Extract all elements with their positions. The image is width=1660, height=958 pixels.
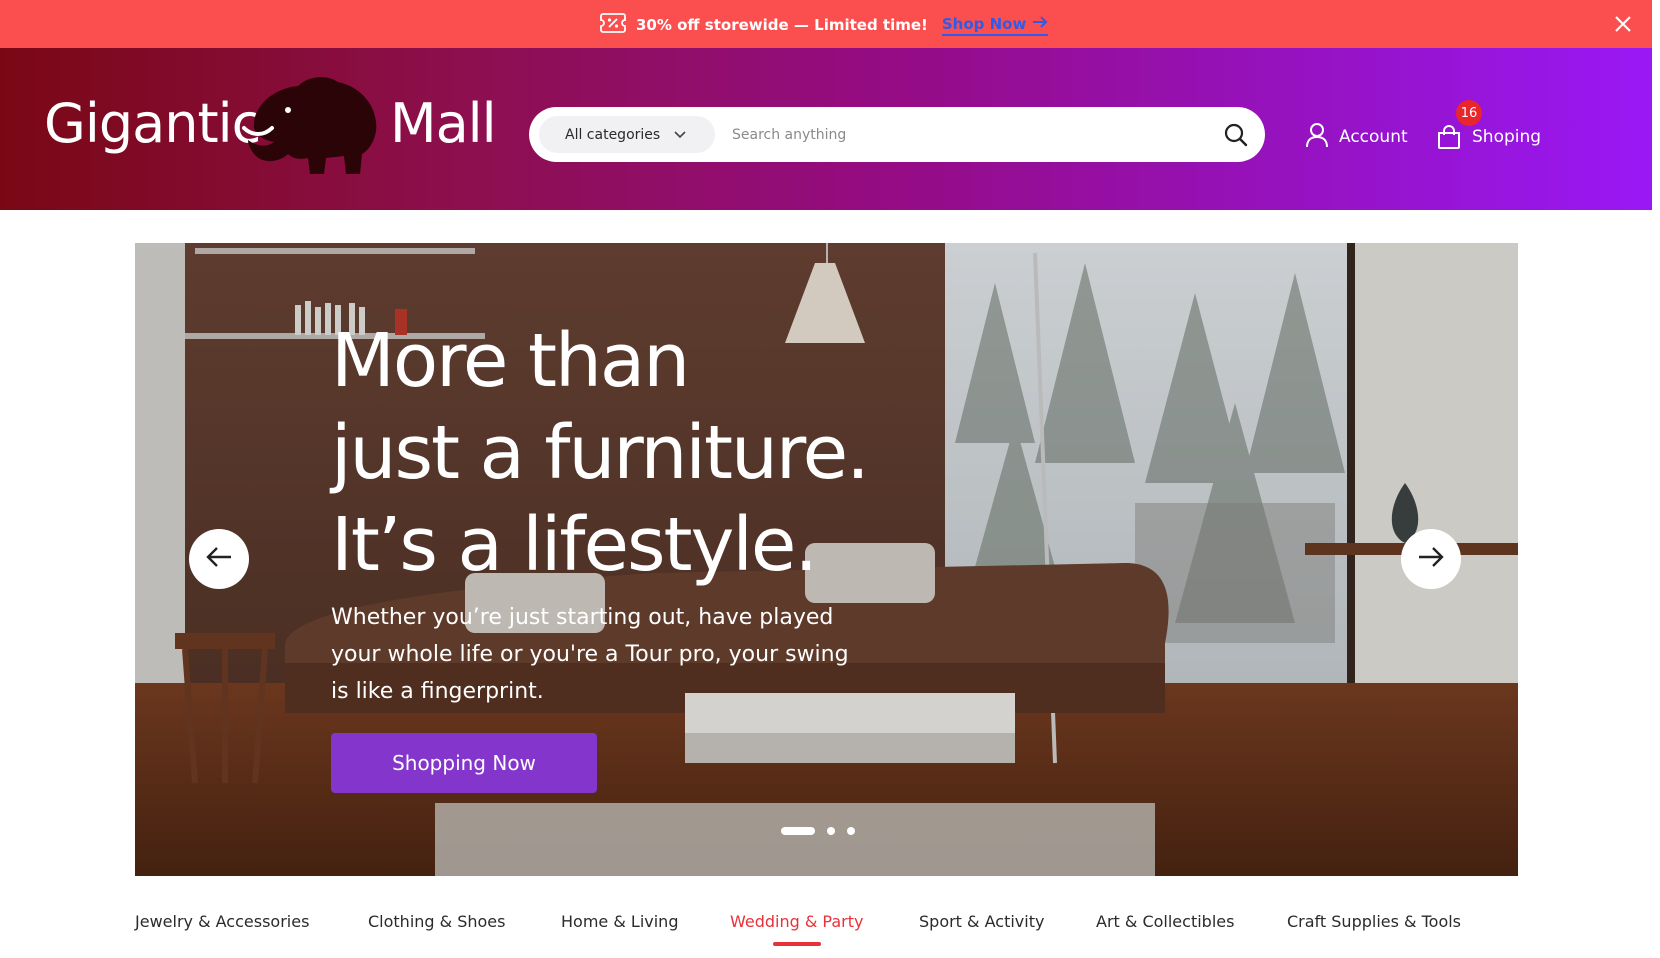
category-jewelry-accessories[interactable]: Jewelry & Accessories <box>135 912 309 931</box>
chevron-down-icon <box>674 127 686 143</box>
category-sport-activity[interactable]: Sport & Activity <box>919 912 1044 931</box>
category-craft-supplies-tools[interactable]: Craft Supplies & Tools <box>1287 912 1461 931</box>
account-link[interactable]: Account <box>1305 122 1408 153</box>
promo-text: 30% off storewide — Limited time! <box>636 16 928 34</box>
category-clothing-shoes[interactable]: Clothing & Shoes <box>368 912 505 931</box>
shopping-bag-icon: 16 <box>1436 100 1482 150</box>
account-label: Account <box>1339 127 1408 147</box>
close-icon[interactable] <box>1612 13 1634 35</box>
hero-slider: More than just a furniture. It’s a lifes… <box>135 243 1518 876</box>
shop-now-label: Shop Now <box>941 14 1027 33</box>
slide-indicators <box>781 827 855 835</box>
hero-title-line: More than <box>331 318 690 404</box>
arrow-right-icon <box>1032 15 1048 33</box>
slide-dot[interactable] <box>827 827 835 835</box>
category-home-living[interactable]: Home & Living <box>561 912 678 931</box>
promo-bar: 30% off storewide — Limited time! Shop N… <box>0 0 1652 48</box>
cart-count-badge: 16 <box>1456 100 1482 126</box>
category-select[interactable]: All categories <box>539 116 715 153</box>
cart-link[interactable]: 16 Shoping <box>1436 100 1542 150</box>
shop-now-link[interactable]: Shop Now <box>941 14 1049 36</box>
logo-text-right: Mall <box>390 92 497 155</box>
slide-dot[interactable] <box>847 827 855 835</box>
user-icon <box>1305 122 1329 153</box>
hero-title: More than just a furniture. It’s a lifes… <box>331 315 971 591</box>
category-select-label: All categories <box>565 126 661 143</box>
category-wedding-party[interactable]: Wedding & Party <box>730 912 863 931</box>
promo-content: 30% off storewide — Limited time! Shop N… <box>600 12 1049 38</box>
category-art-collectibles[interactable]: Art & Collectibles <box>1096 912 1234 931</box>
cart-label: Shoping <box>1472 127 1542 147</box>
hero-subtitle: Whether you’re just starting out, have p… <box>331 605 849 704</box>
search-input[interactable] <box>732 119 1212 150</box>
hero-title-line: just a furniture. <box>331 410 870 496</box>
slide-dot-active[interactable] <box>781 827 815 835</box>
prev-slide-button[interactable] <box>189 529 249 589</box>
hero-title-line: It’s a lifestyle. <box>331 502 818 588</box>
next-slide-button[interactable] <box>1401 529 1461 589</box>
site-logo[interactable]: Gigantic Mall <box>44 66 504 176</box>
search-icon[interactable] <box>1223 122 1249 148</box>
shopping-now-button[interactable]: Shopping Now <box>331 733 597 793</box>
discount-ticket-icon <box>600 12 626 38</box>
active-category-underline <box>773 942 821 946</box>
arrow-left-icon <box>205 545 233 573</box>
logo-text-left: Gigantic <box>44 92 261 155</box>
site-header: Gigantic Mall All categories Account 16 <box>0 48 1652 210</box>
search-bar: All categories <box>529 107 1265 162</box>
arrow-right-icon <box>1417 545 1445 573</box>
mammoth-icon <box>242 77 377 174</box>
